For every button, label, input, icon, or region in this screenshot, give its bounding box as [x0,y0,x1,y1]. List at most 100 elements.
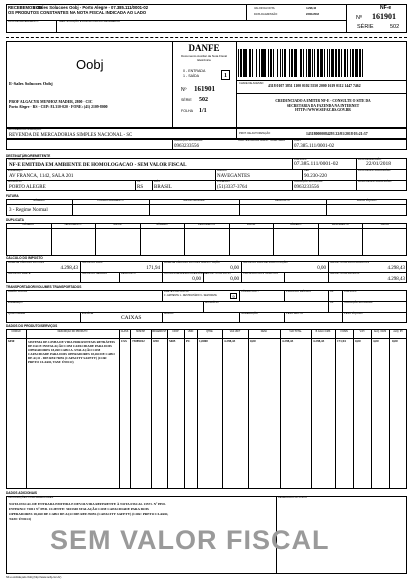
danfe-tipo: 1 [224,73,227,79]
produtos-col-divider [248,329,249,489]
produtos-col-header: V.IPI [359,331,365,333]
danfe-numero: 161901 [194,85,215,93]
bc-st-label: BASE DE CÁLCULO DO ICMS SUBSTITUIÇÃO [164,261,220,264]
ipi: 0,00 [230,277,239,282]
dest-uf: RS [137,185,144,190]
produtos-col-divider [151,329,152,489]
cnpj-valor: 07.385.111/0001-02 [294,144,335,149]
transp-frete-label: FRETE POR CONTA [164,290,189,293]
dest-pais-label: PAÍS [154,180,160,183]
total-prod: 4.298,43 [387,266,406,271]
info-complementar: NOTA FISCAL DE ENTRADA EMITIDA E DEVOLVI… [9,502,169,522]
prod-unid: PC [186,339,191,343]
prod-vunit: 4.298,43 [224,339,236,343]
cnpj-label: CNPJ [294,139,301,142]
canhoto-emissao: 22/01/2018 [306,13,319,16]
barcode [238,49,404,77]
produtos-col-divider [280,329,281,489]
transp-especie: CAIXAS [121,315,142,321]
canhoto-nfe-label: NF-e [380,5,392,11]
prod-descricao: SISTEMA DE LINHA DE VIDA HORIZONTAIS RET… [28,340,116,364]
prod-desc: 0,00 [250,339,256,343]
ie-label: INSCRIÇÃO ESTADUAL [174,139,203,142]
inscricoes-row [6,139,407,150]
imposto-section-title: CÁLCULO DO IMPOSTO [6,256,43,260]
duplicata-col-divider [228,223,230,256]
prod-codigo: 6450 [8,339,15,343]
prod-cst: 0/00 [153,339,159,343]
produtos-col-header: NCM/SH [135,331,146,333]
danfe-subtitle: Documento Auxiliar da Nota Fiscal Eletrô… [181,54,227,62]
danfe-tipo-box: 1 [221,70,230,80]
icms-st-label: VALOR DO ICMS DE SUBSTITUIÇÃO [243,261,288,264]
dest-fone: (51)3337-3764 [217,185,247,190]
dest-endereco: AV FRANCA, 1142, SALA 201 [9,174,74,179]
fatura-col-numero: NÚMERO [33,199,45,202]
transp-endereco-label: ENDEREÇO [8,301,23,304]
produtos-col-header: QTDE [206,331,213,333]
transp-antt-label: CÓDIGO ANTT [241,290,259,293]
emitente-endereco1: PROF ALGACYR MUNHOZ MADER, 2800 - CIC [9,100,93,104]
emitente-nome: E-Sales Solucoes Oobj [9,81,53,86]
total-nota: 4.298,43 [387,277,406,282]
dest-municipio-label: MUNICÍPIO [8,180,22,183]
produtos-col-header: VLR.UNIT [229,331,241,333]
danfe-saida: 1 - SAÍDA [183,74,199,78]
rodape: NF-e emitida pelo Oobj (http://www.oobj.… [6,576,62,579]
transportador-section-title: TRANSPORTADOR/VOLUMES TRANSPORTADOS [6,285,82,289]
duplicata-col-divider [273,223,275,256]
produtos-col-header: V.ICMS [340,331,348,333]
dest-data-emissao: 22/01/2018 [366,161,392,167]
canhoto-valor-label: VALOR DA NOTA: [254,7,276,10]
danfe-serie-label: SÉRIE [181,98,192,102]
outras: 0,00 [192,277,201,282]
produtos-col-divider [335,329,336,489]
duplicata-col-divider [362,223,364,256]
fisco-label: RESERVADO AO FISCO [278,496,308,499]
produtos-col-divider [222,329,223,489]
transp-cnpj-label: CNPJ/CPF [344,290,357,293]
dest-data-saida-label: DATA DE ENTRADA/SAÍDA [358,169,391,172]
bc-icms-label: BASE DE CÁLCULO DO ICMS [8,261,45,264]
dest-nome-label: NOME/RAZÃO SOCIAL [8,158,36,161]
dest-fone-label: FONE/FAX [217,180,230,183]
transp-qtd-label: QUANTIDADE [8,312,26,315]
duplicata-col-header: NÚMERO [289,223,302,226]
transp-marca-label: MARCA [164,312,174,315]
produtos-section-title: DADOS DO PRODUTO/SERVIÇOS [6,324,58,328]
chave-label: CHAVE DE ACESSO [239,82,264,85]
ie-valor: 0963233556 [174,144,199,149]
dest-hora-label: HORA DE ENTRADA/SAÍDA [358,180,392,183]
dest-endereco-label: ENDEREÇO [8,169,23,172]
emitente-logo: Oobj [76,57,103,72]
transp-especie-label: ESPÉCIE [82,312,94,315]
prod-aliq-icms: 4,00 [373,339,379,343]
produtos-col-divider [311,329,312,489]
transp-ie-label: INSCRIÇÃO ESTADUAL [344,301,373,304]
danfe-folha-label: FOLHA [181,109,193,113]
fatura-forma: 3 - Regime Normal [9,208,48,213]
bc-st: 0,00 [230,266,239,271]
dest-cep-label: CEP [304,169,310,172]
duplicata-col-header: VENCIMENTO [64,223,82,226]
produtos-col-header: CÓDIGO [11,331,21,333]
canhoto-texto: OS PRODUTOS CONSTANTES NA NOTA FISCAL IN… [8,10,147,15]
transp-frete-valor-box: 9 [230,293,237,299]
prod-cfop: 5405 [169,339,176,343]
fatura-col-forma: FORMA PAGAMENTO [97,199,124,202]
ipi-label: VALOR TOTAL DO IPI [205,272,231,275]
fatura-col-desconto: DESCONTO [275,199,290,202]
produtos-col-header: ORIGEM/CST [151,331,167,333]
produtos-col-divider [26,329,27,489]
chave-valor: 4318 0107 3851 1100 0102 5550 2000 1619 … [268,84,361,88]
prod-bc: 4.298,43 [313,339,325,343]
fatura-col-original: VALOR ORIGINAL [183,199,205,202]
aprox-label: VLR APROX DOS TRIBUTOS [243,272,278,275]
transp-frete-opcoes: 0 - EMITENTE 1 - DESTINATÁRIO 9 - SEM FR… [164,295,217,297]
transp-uf2-label: UF [330,301,334,304]
canhoto-serie-label: SÉRIE [357,24,374,30]
dest-ie: 0963233556 [294,185,319,190]
prod-vicms: 171,94 [337,339,346,343]
canhoto-emissao-label: DATA DA EMISSÃO: [254,13,278,16]
dest-pais: BRASIL [154,185,172,190]
